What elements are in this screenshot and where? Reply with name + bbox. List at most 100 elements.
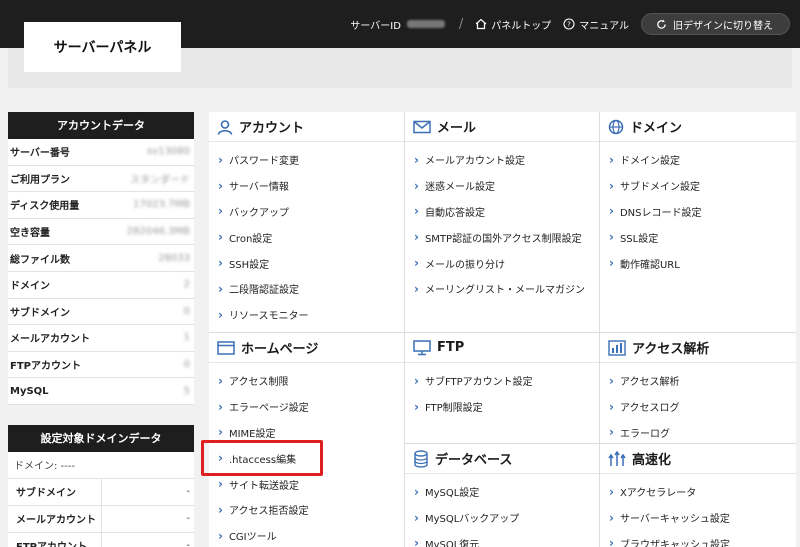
menu-link-htaccess-edit[interactable]: .htaccess編集 bbox=[209, 445, 404, 471]
row-value: - bbox=[186, 513, 190, 525]
menu-link-cgi-tools[interactable]: CGIツール bbox=[209, 523, 404, 547]
section-header: ホームページ bbox=[209, 333, 404, 363]
section-title: 高速化 bbox=[632, 453, 672, 468]
current-domain: ドメイン: ---- bbox=[8, 451, 194, 479]
user-icon bbox=[217, 119, 233, 135]
menu-link-dns-record[interactable]: DNSレコード設定 bbox=[600, 199, 796, 225]
menu-link-mysql-backup[interactable]: MySQLバックアップ bbox=[405, 505, 599, 531]
divider: / bbox=[458, 16, 464, 32]
menu-link-mail-filter[interactable]: メールの振り分け bbox=[405, 250, 599, 276]
menu-link-mime[interactable]: MIME設定 bbox=[209, 420, 404, 446]
row-key: FTPアカウント bbox=[10, 361, 81, 373]
table-row: FTPアカウント 0 bbox=[8, 351, 194, 379]
domain-data-panel: 設定対象ドメインデータ ドメイン: ---- サブドメイン - メールアカウント -… bbox=[8, 424, 194, 547]
row-value: 28033 bbox=[158, 252, 190, 264]
row-key: サブドメイン bbox=[8, 478, 102, 505]
section-database: データベース MySQL設定 MySQLバックアップ MySQL復元 bbox=[405, 444, 600, 547]
menu-link-mailing-list[interactable]: メーリングリスト・メールマガジン bbox=[405, 276, 599, 302]
table-row: メールアカウント 1 bbox=[8, 325, 194, 352]
menu-link-server-info[interactable]: サーバー情報 bbox=[209, 173, 404, 199]
row-value: - bbox=[186, 486, 190, 498]
row-value: 5 bbox=[183, 385, 190, 397]
browser-window-icon bbox=[217, 340, 235, 355]
menu-link-auto-reply[interactable]: 自動応答設定 bbox=[405, 199, 599, 225]
section-header: メール bbox=[405, 112, 599, 142]
section-title: メール bbox=[437, 121, 477, 136]
row-key: 総ファイル数 bbox=[10, 254, 70, 266]
section-title: データベース bbox=[435, 453, 513, 468]
section-header: ドメイン bbox=[600, 112, 796, 142]
table-row: ディスク使用量 17023.7MB bbox=[8, 192, 194, 219]
menu-link-smtp-restriction[interactable]: SMTP認証の国外アクセス制限設定 bbox=[405, 224, 599, 250]
speed-arrows-icon bbox=[608, 450, 626, 466]
menu-link-password-change[interactable]: パスワード変更 bbox=[209, 147, 404, 173]
old-design-label: 旧デザインに切り替え bbox=[673, 20, 773, 32]
section-ftp: FTP サブFTPアカウント設定 FTP制限設定 bbox=[405, 333, 600, 444]
section-account: アカウント パスワード変更 サーバー情報 バックアップ Cron設定 SSH設定… bbox=[209, 112, 405, 333]
section-title: アカウント bbox=[239, 121, 305, 136]
server-id-label: サーバーID bbox=[350, 20, 401, 32]
menu-link-access-analytics[interactable]: アクセス解析 bbox=[600, 368, 796, 394]
row-key: 空き容量 bbox=[10, 228, 50, 240]
mail-icon bbox=[413, 120, 431, 133]
menu-link-subdomain[interactable]: サブドメイン設定 bbox=[600, 173, 796, 199]
row-value: - bbox=[186, 540, 190, 547]
sidebar: アカウントデータ サーバー番号 sv13080 ご利用プラン スタンダード ディスク… bbox=[8, 112, 194, 547]
menu-link-ssh[interactable]: SSH設定 bbox=[209, 250, 404, 276]
row-value: 0 bbox=[183, 305, 190, 317]
panel-top-label: パネルトップ bbox=[491, 20, 552, 32]
row-value: 0 bbox=[183, 359, 190, 371]
manual-link[interactable]: ? マニュアル bbox=[563, 17, 629, 32]
menu-link-access-deny[interactable]: アクセス拒否設定 bbox=[209, 497, 404, 523]
globe-icon bbox=[608, 119, 624, 134]
database-icon bbox=[414, 449, 428, 468]
menu-link-sub-ftp-account[interactable]: サブFTPアカウント設定 bbox=[405, 368, 599, 394]
menu-grid: アカウント パスワード変更 サーバー情報 バックアップ Cron設定 SSH設定… bbox=[209, 112, 796, 547]
section-title: FTP bbox=[437, 340, 465, 355]
menu-link-test-url[interactable]: 動作確認URL bbox=[600, 250, 796, 276]
row-key: ご利用プラン bbox=[10, 174, 70, 186]
menu-link-cron[interactable]: Cron設定 bbox=[209, 224, 404, 250]
menu-link-two-factor[interactable]: 二段階認証設定 bbox=[209, 276, 404, 302]
old-design-button[interactable]: 旧デザインに切り替え bbox=[641, 13, 790, 35]
menu-link-error-log[interactable]: エラーログ bbox=[600, 420, 796, 446]
menu-link-backup[interactable]: バックアップ bbox=[209, 199, 404, 225]
section-header: データベース bbox=[405, 444, 599, 474]
section-speed: 高速化 Xアクセラレータ サーバーキャッシュ設定 ブラウザキャッシュ設定 bbox=[600, 444, 796, 547]
panel-logo[interactable]: サーバーパネル bbox=[24, 22, 181, 72]
menu-link-resource-monitor[interactable]: リソースモニター bbox=[209, 302, 404, 328]
menu-link-ftp-restriction[interactable]: FTP制限設定 bbox=[405, 394, 599, 420]
menu-link-site-redirect[interactable]: サイト転送設定 bbox=[209, 471, 404, 497]
bar-chart-icon bbox=[608, 339, 626, 356]
server-id: サーバーID bbox=[350, 17, 445, 32]
section-domain: ドメイン ドメイン設定 サブドメイン設定 DNSレコード設定 SSL設定 動作確… bbox=[600, 112, 796, 333]
menu-link-spam[interactable]: 迷惑メール設定 bbox=[405, 173, 599, 199]
panel-top-link[interactable]: パネルトップ bbox=[475, 17, 551, 32]
table-row: 総ファイル数 28033 bbox=[8, 245, 194, 272]
account-data-title: アカウントデータ bbox=[8, 112, 194, 139]
table-row: サブドメイン 0 bbox=[8, 298, 194, 326]
section-homepage: ホームページ アクセス制限 エラーページ設定 MIME設定 .htaccess編… bbox=[209, 333, 405, 547]
menu-link-access-log[interactable]: アクセスログ bbox=[600, 394, 796, 420]
manual-label: マニュアル bbox=[579, 20, 629, 32]
row-key: FTPアカウント bbox=[8, 532, 102, 547]
section-header: アカウント bbox=[209, 112, 404, 142]
menu-link-x-accelerator[interactable]: Xアクセラレータ bbox=[600, 479, 796, 505]
menu-link-domain-settings[interactable]: ドメイン設定 bbox=[600, 147, 796, 173]
row-value: 1 bbox=[183, 332, 190, 344]
section-title: ホームページ bbox=[241, 342, 319, 357]
menu-link-server-cache[interactable]: サーバーキャッシュ設定 bbox=[600, 505, 796, 531]
menu-link-mail-account[interactable]: メールアカウント設定 bbox=[405, 147, 599, 173]
monitor-icon bbox=[413, 339, 431, 355]
section-title: アクセス解析 bbox=[632, 342, 710, 357]
menu-link-mysql-restore[interactable]: MySQL復元 bbox=[405, 531, 599, 547]
menu-link-mysql-settings[interactable]: MySQL設定 bbox=[405, 479, 599, 505]
menu-link-access-restriction[interactable]: アクセス制限 bbox=[209, 368, 404, 394]
section-title: ドメイン bbox=[630, 121, 683, 136]
menu-link-browser-cache[interactable]: ブラウザキャッシュ設定 bbox=[600, 531, 796, 547]
menu-link-error-page[interactable]: エラーページ設定 bbox=[209, 394, 404, 420]
menu-link-ssl[interactable]: SSL設定 bbox=[600, 224, 796, 250]
row-key: メールアカウント bbox=[10, 334, 90, 346]
row-value: 17023.7MB bbox=[133, 199, 190, 211]
server-id-value-redacted bbox=[406, 20, 445, 28]
